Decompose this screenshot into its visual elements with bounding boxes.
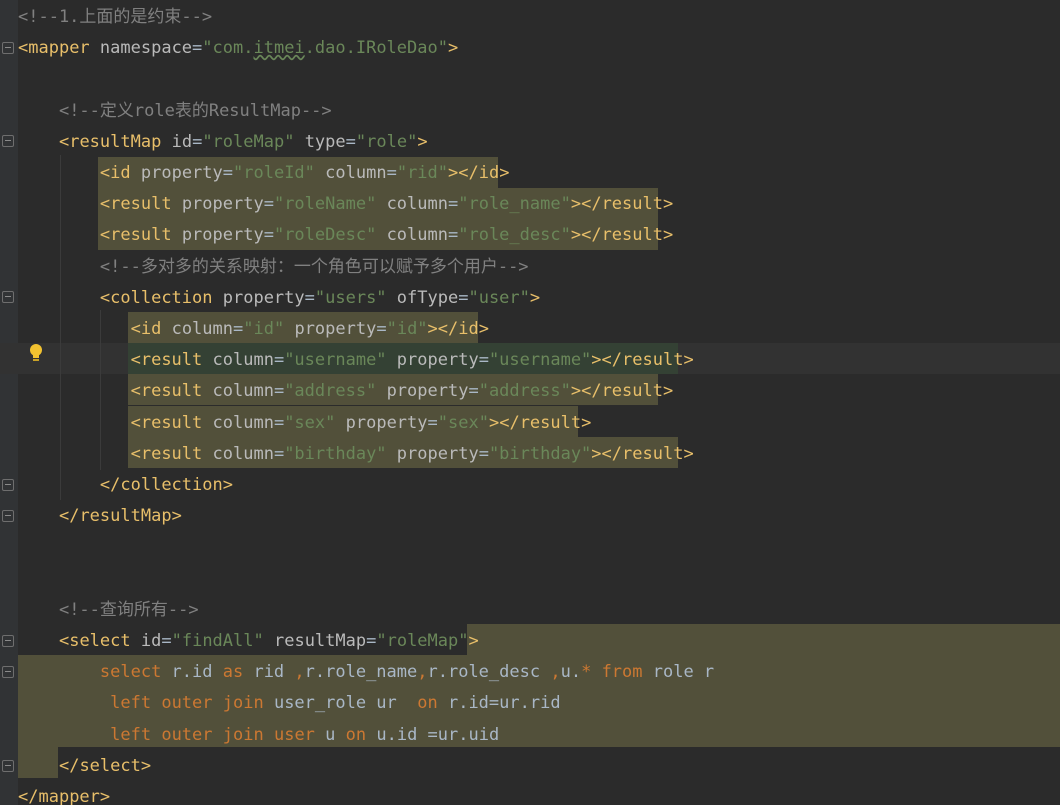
code-line[interactable]: <mapper namespace="com.itmei.dao.IRoleDa… [18, 33, 458, 64]
code-line[interactable]: <result column="sex" property="sex"></re… [18, 408, 592, 439]
code-line[interactable]: <result property="roleDesc" column="role… [18, 220, 673, 251]
code-line[interactable]: <result column="birthday" property="birt… [18, 439, 694, 470]
fold-marker-icon[interactable] [2, 135, 14, 147]
fold-marker-icon[interactable] [2, 291, 14, 303]
code-line[interactable]: <!--查询所有--> [18, 595, 199, 626]
highlight-block [467, 624, 1060, 655]
code-line[interactable]: <result property="roleName" column="role… [18, 189, 673, 220]
fold-marker-icon[interactable] [2, 635, 14, 647]
code-line[interactable]: <select id="findAll" resultMap="roleMap"… [18, 626, 479, 657]
code-line[interactable]: </collection> [18, 470, 233, 501]
code-line[interactable]: left outer join user_role ur on r.id=ur.… [18, 688, 560, 719]
fold-marker-icon[interactable] [2, 760, 14, 772]
code-line[interactable]: </resultMap> [18, 501, 182, 532]
code-line[interactable]: <!--多对多的关系映射：一个角色可以赋予多个用户--> [18, 252, 529, 283]
code-line[interactable]: <!--定义role表的ResultMap--> [18, 96, 332, 127]
editor-gutter[interactable] [0, 0, 18, 805]
fold-marker-icon[interactable] [2, 42, 14, 54]
code-editor[interactable]: <!--1.上面的是约束--> <mapper namespace="com.it… [0, 0, 1060, 805]
code-line[interactable]: <resultMap id="roleMap" type="role"> [18, 127, 428, 158]
code-line[interactable]: <result column="username" property="user… [18, 345, 694, 376]
code-line[interactable]: <!--1.上面的是约束--> [18, 2, 212, 33]
code-line[interactable]: left outer join user u on u.id =ur.uid [18, 720, 499, 751]
code-line[interactable]: </mapper> [18, 782, 110, 805]
fold-marker-icon[interactable] [2, 479, 14, 491]
code-line[interactable]: <id column="id" property="id"></id> [18, 314, 489, 345]
code-line[interactable]: <id property="roleId" column="rid"></id> [18, 158, 510, 189]
code-line[interactable]: select r.id as rid ,r.role_name,r.role_d… [18, 657, 714, 688]
fold-marker-icon[interactable] [2, 510, 14, 522]
code-line[interactable]: </select> [18, 751, 151, 782]
fold-marker-icon[interactable] [2, 666, 14, 678]
code-line[interactable]: <collection property="users" ofType="use… [18, 283, 540, 314]
code-line[interactable]: <result column="address" property="addre… [18, 376, 674, 407]
